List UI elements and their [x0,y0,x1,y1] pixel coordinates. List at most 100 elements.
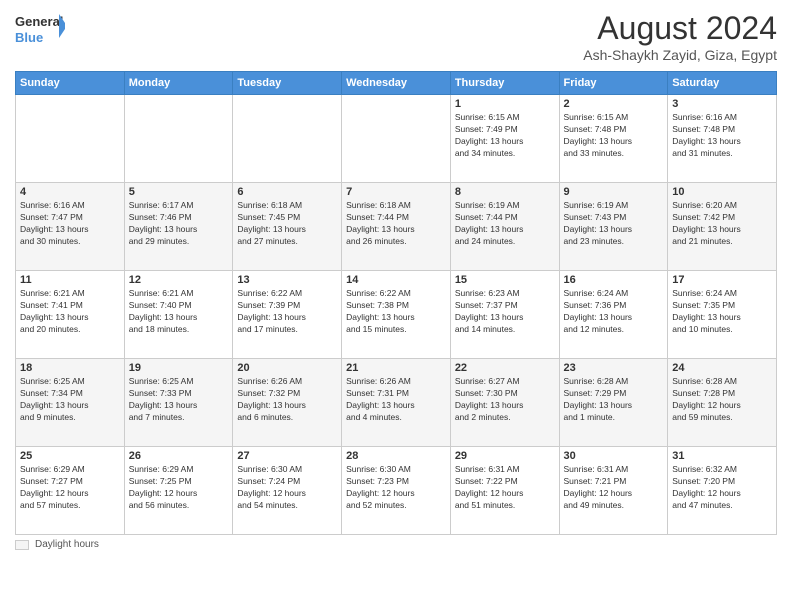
day-number: 15 [455,274,555,286]
day-info: Sunrise: 6:18 AMSunset: 7:45 PMDaylight:… [237,200,337,248]
page: General Blue August 2024 Ash-Shaykh Zayi… [0,0,792,612]
day-number: 23 [564,362,664,374]
day-cell: 8 Sunrise: 6:19 AMSunset: 7:44 PMDaylight… [450,183,559,271]
day-info: Sunrise: 6:27 AMSunset: 7:30 PMDaylight:… [455,376,555,424]
day-cell: 23 Sunrise: 6:28 AMSunset: 7:29 PMDayligh… [559,359,668,447]
day-number: 9 [564,186,664,198]
month-title: August 2024 [583,10,777,47]
day-cell: 15Sunrise: 6:23 AMSunset: 7:37 PMDayligh… [450,271,559,359]
day-header-saturday: Saturday [668,72,777,95]
day-info: Sunrise: 6:31 AMSunset: 7:21 PMDaylight:… [564,464,664,512]
header: General Blue August 2024 Ash-Shaykh Zayi… [15,10,777,63]
day-cell: 4 Sunrise: 6:16 AMSunset: 7:47 PMDaylight… [16,183,125,271]
day-header-wednesday: Wednesday [342,72,451,95]
day-header-friday: Friday [559,72,668,95]
logo: General Blue [15,10,65,50]
day-cell: 28 Sunrise: 6:30 AMSunset: 7:23 PMDayligh… [342,447,451,535]
day-cell: 11Sunrise: 6:21 AMSunset: 7:41 PMDayligh… [16,271,125,359]
day-cell: 3Sunrise: 6:16 AMSunset: 7:48 PMDaylight… [668,95,777,183]
day-cell: 12Sunrise: 6:21 AMSunset: 7:40 PMDayligh… [124,271,233,359]
day-number: 16 [564,274,664,286]
day-cell: 26 Sunrise: 6:29 AMSunset: 7:25 PMDayligh… [124,447,233,535]
day-cell: 27Sunrise: 6:30 AMSunset: 7:24 PMDayligh… [233,447,342,535]
day-info: Sunrise: 6:22 AMSunset: 7:39 PMDaylight:… [237,288,337,336]
week-row-5: 25Sunrise: 6:29 AMSunset: 7:27 PMDayligh… [16,447,777,535]
day-info: Sunrise: 6:15 AMSunset: 7:49 PMDaylight:… [455,112,555,160]
day-info: Sunrise: 6:20 AMSunset: 7:42 PMDaylight:… [672,200,772,248]
day-number: 20 [237,362,337,374]
day-number: 6 [237,186,337,198]
day-info: Sunrise: 6:30 AMSunset: 7:23 PMDaylight:… [346,464,446,512]
legend-label: Daylight hours [35,539,99,550]
day-number: 10 [672,186,772,198]
svg-text:General: General [15,14,63,29]
day-number: 29 [455,450,555,462]
day-cell: 30 Sunrise: 6:31 AMSunset: 7:21 PMDayligh… [559,447,668,535]
day-header-thursday: Thursday [450,72,559,95]
day-info: Sunrise: 6:21 AMSunset: 7:41 PMDaylight:… [20,288,120,336]
week-row-4: 18Sunrise: 6:25 AMSunset: 7:34 PMDayligh… [16,359,777,447]
legend: Daylight hours [15,539,777,550]
day-number: 19 [129,362,229,374]
day-number: 4 [20,186,120,198]
day-number: 8 [455,186,555,198]
day-cell: 14Sunrise: 6:22 AMSunset: 7:38 PMDayligh… [342,271,451,359]
day-info: Sunrise: 6:32 AMSunset: 7:20 PMDaylight:… [672,464,772,512]
day-cell: 1Sunrise: 6:15 AMSunset: 7:49 PMDaylight… [450,95,559,183]
day-number: 14 [346,274,446,286]
day-cell [233,95,342,183]
day-cell: 2 Sunrise: 6:15 AMSunset: 7:48 PMDaylight… [559,95,668,183]
day-number: 2 [564,98,664,110]
day-info: Sunrise: 6:31 AMSunset: 7:22 PMDaylight:… [455,464,555,512]
day-cell: 22 Sunrise: 6:27 AMSunset: 7:30 PMDayligh… [450,359,559,447]
day-number: 24 [672,362,772,374]
title-block: August 2024 Ash-Shaykh Zayid, Giza, Egyp… [583,10,777,63]
week-row-2: 4 Sunrise: 6:16 AMSunset: 7:47 PMDaylight… [16,183,777,271]
day-number: 25 [20,450,120,462]
day-cell: 17Sunrise: 6:24 AMSunset: 7:35 PMDayligh… [668,271,777,359]
day-cell: 16 Sunrise: 6:24 AMSunset: 7:36 PMDayligh… [559,271,668,359]
day-info: Sunrise: 6:30 AMSunset: 7:24 PMDaylight:… [237,464,337,512]
week-row-3: 11Sunrise: 6:21 AMSunset: 7:41 PMDayligh… [16,271,777,359]
day-number: 12 [129,274,229,286]
legend-box [15,540,29,550]
day-cell: 20 Sunrise: 6:26 AMSunset: 7:32 PMDayligh… [233,359,342,447]
calendar-table: SundayMondayTuesdayWednesdayThursdayFrid… [15,71,777,535]
day-info: Sunrise: 6:28 AMSunset: 7:29 PMDaylight:… [564,376,664,424]
day-info: Sunrise: 6:26 AMSunset: 7:31 PMDaylight:… [346,376,446,424]
day-cell: 9 Sunrise: 6:19 AMSunset: 7:43 PMDaylight… [559,183,668,271]
day-info: Sunrise: 6:16 AMSunset: 7:47 PMDaylight:… [20,200,120,248]
day-cell: 19Sunrise: 6:25 AMSunset: 7:33 PMDayligh… [124,359,233,447]
logo-svg: General Blue [15,10,65,50]
day-cell: 10 Sunrise: 6:20 AMSunset: 7:42 PMDayligh… [668,183,777,271]
day-number: 30 [564,450,664,462]
day-cell: 25Sunrise: 6:29 AMSunset: 7:27 PMDayligh… [16,447,125,535]
day-info: Sunrise: 6:25 AMSunset: 7:34 PMDaylight:… [20,376,120,424]
day-number: 5 [129,186,229,198]
day-number: 26 [129,450,229,462]
day-header-tuesday: Tuesday [233,72,342,95]
day-cell: 5Sunrise: 6:17 AMSunset: 7:46 PMDaylight… [124,183,233,271]
day-info: Sunrise: 6:24 AMSunset: 7:36 PMDaylight:… [564,288,664,336]
day-number: 28 [346,450,446,462]
day-cell: 18Sunrise: 6:25 AMSunset: 7:34 PMDayligh… [16,359,125,447]
day-number: 7 [346,186,446,198]
day-info: Sunrise: 6:16 AMSunset: 7:48 PMDaylight:… [672,112,772,160]
day-header-sunday: Sunday [16,72,125,95]
day-info: Sunrise: 6:18 AMSunset: 7:44 PMDaylight:… [346,200,446,248]
day-cell [124,95,233,183]
day-info: Sunrise: 6:19 AMSunset: 7:43 PMDaylight:… [564,200,664,248]
day-info: Sunrise: 6:29 AMSunset: 7:25 PMDaylight:… [129,464,229,512]
day-cell: 31 Sunrise: 6:32 AMSunset: 7:20 PMDayligh… [668,447,777,535]
day-cell: 13Sunrise: 6:22 AMSunset: 7:39 PMDayligh… [233,271,342,359]
day-number: 21 [346,362,446,374]
day-number: 31 [672,450,772,462]
day-info: Sunrise: 6:28 AMSunset: 7:28 PMDaylight:… [672,376,772,424]
day-info: Sunrise: 6:15 AMSunset: 7:48 PMDaylight:… [564,112,664,160]
day-number: 22 [455,362,555,374]
svg-text:Blue: Blue [15,30,43,45]
day-info: Sunrise: 6:19 AMSunset: 7:44 PMDaylight:… [455,200,555,248]
day-cell: 24 Sunrise: 6:28 AMSunset: 7:28 PMDayligh… [668,359,777,447]
day-number: 17 [672,274,772,286]
day-info: Sunrise: 6:26 AMSunset: 7:32 PMDaylight:… [237,376,337,424]
